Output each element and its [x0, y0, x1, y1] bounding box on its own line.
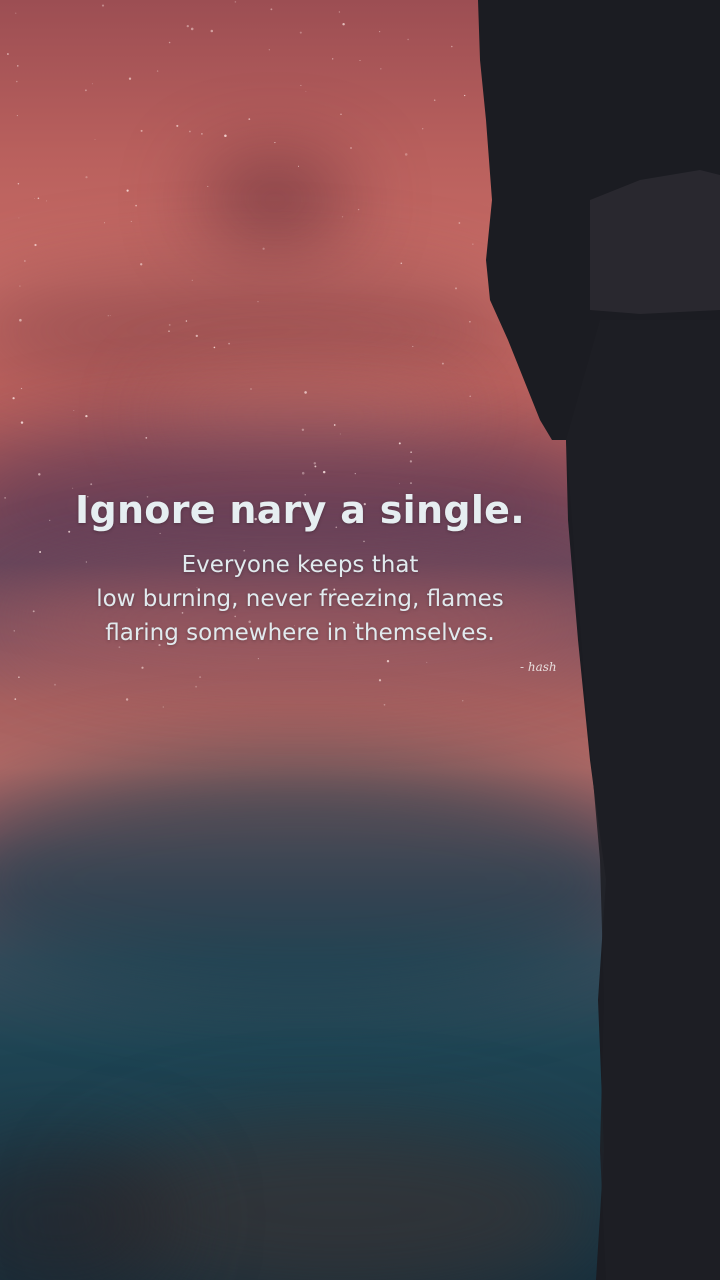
signature: - hash: [520, 660, 557, 674]
quote-line: low burning, never freezing, flames: [96, 586, 504, 612]
quote-line: flaring somewhere in themselves.: [105, 620, 495, 646]
wallpaper-scene: Ignore nary a single. Everyone keeps tha…: [0, 0, 720, 1280]
quote-line: Everyone keeps that: [181, 552, 419, 578]
quote-headline: Ignore nary a single.: [75, 488, 525, 532]
quote-block: Ignore nary a single. Everyone keeps tha…: [20, 482, 580, 650]
